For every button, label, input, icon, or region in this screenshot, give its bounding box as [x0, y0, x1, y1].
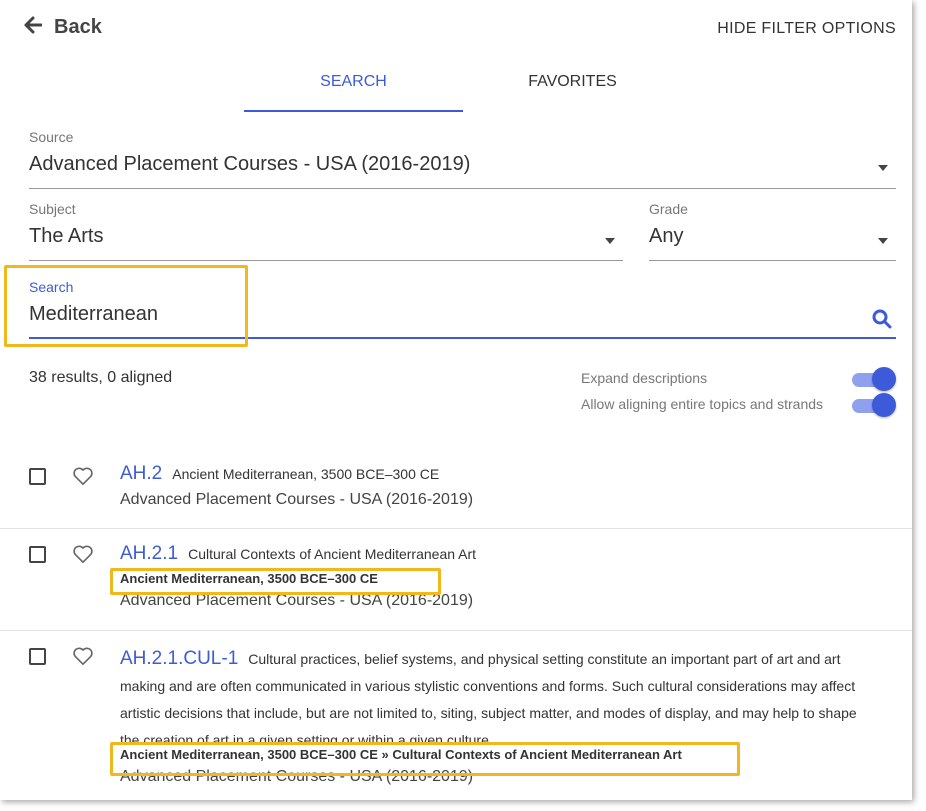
source-select[interactable]: Source Advanced Placement Courses - USA … — [29, 129, 896, 189]
tab-bar: SEARCH FAVORITES — [244, 64, 682, 112]
source-label: Source — [29, 129, 74, 145]
result-row: AH.2 Ancient Mediterranean, 3500 BCE–300 … — [0, 462, 912, 528]
chevron-down-icon — [878, 165, 888, 171]
result-content: AH.2 Ancient Mediterranean, 3500 BCE–300 … — [120, 463, 898, 509]
tab-favorites[interactable]: FAVORITES — [463, 64, 682, 110]
result-row: AH.2.1.CUL-1 Cultural practices, belief s… — [0, 642, 912, 800]
allow-aligning-toggle[interactable] — [852, 392, 896, 418]
result-description-line: artistic decisions that include, but are… — [120, 705, 857, 721]
grade-underline — [649, 260, 896, 261]
expand-descriptions-label: Expand descriptions — [581, 370, 708, 386]
source-value: Advanced Placement Courses - USA (2016-2… — [29, 153, 471, 175]
heart-icon[interactable] — [72, 466, 94, 491]
filter-panel: Back HIDE FILTER OPTIONS SEARCH FAVORITE… — [0, 0, 912, 800]
search-highlight-box — [4, 265, 248, 347]
result-title: Cultural practices, belief systems, and … — [248, 651, 841, 667]
breadcrumb-highlight-box — [110, 742, 740, 776]
search-icon[interactable] — [872, 309, 892, 334]
result-description-line: making and are often communicated in var… — [120, 678, 856, 694]
chevron-down-icon — [878, 238, 888, 244]
toggle-thumb — [872, 367, 896, 391]
subject-value: The Arts — [29, 225, 104, 247]
subject-label: Subject — [29, 201, 76, 217]
result-checkbox[interactable] — [29, 546, 46, 563]
heart-icon[interactable] — [72, 544, 94, 569]
back-label: Back — [54, 15, 102, 38]
grade-value: Any — [649, 225, 684, 247]
grade-select[interactable]: Grade Any — [649, 201, 896, 261]
result-source: Advanced Placement Courses - USA (2016-2… — [120, 491, 474, 508]
divider — [0, 630, 912, 631]
result-checkbox[interactable] — [29, 648, 46, 665]
breadcrumb-highlight-box — [110, 568, 441, 595]
expand-descriptions-toggle[interactable] — [852, 366, 896, 392]
allow-aligning-label: Allow aligning entire topics and strands — [581, 396, 824, 412]
result-checkbox[interactable] — [29, 468, 46, 485]
heart-icon[interactable] — [72, 646, 94, 671]
results-count: 38 results, 0 aligned — [29, 369, 173, 386]
divider — [0, 528, 912, 529]
source-underline — [29, 188, 896, 189]
toggle-thumb — [872, 393, 896, 417]
subject-underline — [29, 260, 623, 261]
grade-label: Grade — [649, 201, 688, 217]
result-title: Cultural Contexts of Ancient Mediterrane… — [188, 546, 477, 562]
back-button[interactable]: Back — [24, 14, 102, 40]
arrow-left-icon — [24, 14, 43, 40]
subject-select[interactable]: Subject The Arts — [29, 201, 623, 261]
tab-search[interactable]: SEARCH — [244, 64, 463, 112]
result-title: Ancient Mediterranean, 3500 BCE–300 CE — [172, 466, 440, 482]
chevron-down-icon — [605, 238, 615, 244]
result-code-link[interactable]: AH.2.1 — [120, 543, 178, 564]
hide-filter-options-button[interactable]: HIDE FILTER OPTIONS — [717, 20, 896, 38]
result-code-link[interactable]: AH.2.1.CUL-1 — [120, 648, 238, 669]
result-code-link[interactable]: AH.2 — [120, 463, 162, 484]
